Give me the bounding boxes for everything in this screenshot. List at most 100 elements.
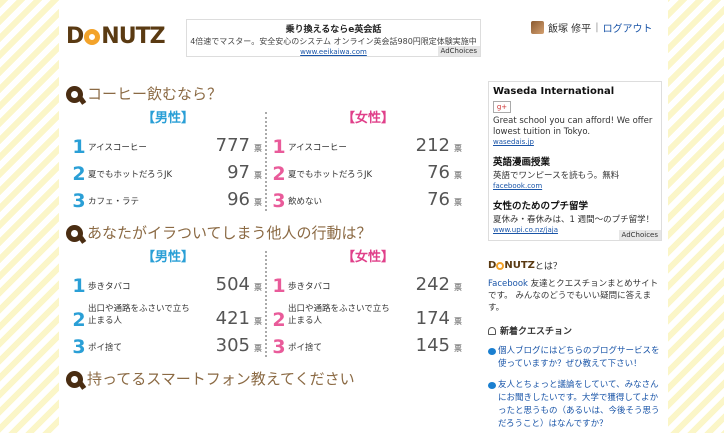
rank-number: 1 [272, 275, 286, 297]
logo-letter: T [520, 260, 528, 271]
ad-url[interactable]: www.eeikaiwa.com [187, 48, 480, 56]
user-name[interactable]: 飯塚 修平 [548, 20, 591, 35]
page: D N U T Z 乗り換えるならe英会話 4倍速でマスター。安全安心のシステム… [59, 0, 668, 433]
question-section: あなたがイラついてしまう他人の行動は？ 【男性】 1 歩きタバコ 504 票 2… [66, 223, 466, 357]
question-title[interactable]: あなたがイラついてしまう他人の行動は？ [66, 223, 466, 243]
rank-number: 3 [72, 190, 86, 212]
rank-number: 2 [272, 309, 286, 331]
rank-number: 2 [72, 309, 86, 331]
male-heading: 【男性】 [141, 250, 194, 265]
question-icon [66, 85, 83, 103]
result-row: 2 出口や通路をふさいで立ち止まる人 421 票 [70, 296, 266, 330]
rank-number: 2 [272, 163, 286, 185]
vote-count: 305 [215, 335, 250, 356]
ad-title[interactable]: 乗り換えるならe英会話 [187, 22, 480, 35]
ad-title[interactable]: Waseda International [493, 86, 657, 97]
female-results: 【女性】 1 歩きタバコ 242 票 2 出口や通路をふさいで立ち止まる人 17… [266, 249, 466, 357]
question-list: コーヒー飲むなら？ 【男性】 1 アイスコーヒー 777 票 2 夏でもホットだ… [66, 84, 466, 401]
rank-number: 2 [72, 163, 86, 185]
ad-url[interactable]: facebook.com [493, 182, 657, 190]
ad-description: 4倍速でマスター。安全安心のシステム オンライン英会話980円限定体験実施中 [190, 37, 477, 46]
logo-letter: N [101, 24, 119, 49]
list-item[interactable]: 友人とちょっと議論をしていて、みなさんにお聞きしたいです。大学で獲得してよかった… [488, 379, 662, 431]
user-menu: 飯塚 修平 | ログアウト [531, 20, 653, 35]
vote-count: 97 [227, 162, 250, 183]
vote-unit: 票 [454, 171, 462, 180]
site-logo[interactable]: D N U T Z [66, 24, 166, 49]
logo-letter: U [118, 24, 137, 49]
result-row: 3 ポイ捨て 145 票 [270, 330, 466, 357]
question-icon [66, 370, 83, 388]
ad-url[interactable]: wasedais.jp [493, 138, 657, 146]
answer-label: 歩きタバコ [88, 282, 131, 292]
vote-unit: 票 [454, 317, 462, 326]
google-plus-icon[interactable]: g+ [493, 101, 511, 113]
question-link[interactable]: 友人とちょっと議論をしていて、みなさんにお聞きしたいです。大学で獲得してよかった… [498, 379, 662, 431]
vote-unit: 票 [254, 198, 262, 207]
female-results: 【女性】 1 アイスコーヒー 212 票 2 夏でもホットだろうJK 76 票 [266, 110, 466, 211]
logout-link[interactable]: ログアウト [603, 20, 653, 35]
answer-label: 夏でもホットだろうJK [88, 170, 173, 180]
facebook-link[interactable]: Facebook [488, 279, 528, 289]
answer-label: 出口や通路をふさいで立ち止まる人 [88, 304, 190, 326]
logo-letter: N [504, 260, 513, 271]
vote-count: 96 [227, 189, 250, 210]
about-suffix: とは？ [534, 262, 562, 272]
ad-text: Great school you can afford! We offer lo… [493, 116, 653, 137]
ad-title[interactable]: 女性のためのプチ留学 [493, 198, 657, 212]
adchoices-button[interactable]: AdChoices [437, 46, 480, 56]
logo-letter: Z [149, 24, 166, 49]
female-heading: 【女性】 [341, 250, 394, 265]
new-questions-title: 新着クエスチョン [500, 327, 573, 337]
question-title-text[interactable]: 持ってるスマートフォン教えてください [87, 370, 355, 388]
logo-letter: Z [527, 260, 535, 271]
result-row: 3 ポイ捨て 305 票 [70, 330, 266, 357]
result-row: 1 アイスコーヒー 212 票 [270, 130, 466, 157]
result-row: 2 出口や通路をふさいで立ち止まる人 174 票 [270, 296, 466, 330]
list-item[interactable]: 個人ブログにはどちらのブログサービスを使っていますか？ぜひ教えて下さい！ [488, 345, 662, 371]
question-title[interactable]: コーヒー飲むなら？ [66, 84, 466, 104]
rank-number: 3 [72, 336, 86, 358]
vote-unit: 票 [454, 144, 462, 153]
logo-letter: D [66, 24, 84, 49]
answer-label: アイスコーヒー [288, 143, 347, 153]
vote-count: 212 [415, 135, 450, 156]
male-results: 【男性】 1 歩きタバコ 504 票 2 出口や通路をふさいで立ち止まる人 42… [66, 249, 266, 357]
question-link[interactable]: 個人ブログにはどちらのブログサービスを使っていますか？ぜひ教えて下さい！ [498, 345, 662, 371]
rank-number: 3 [272, 336, 286, 358]
result-row: 2 夏でもホットだろうJK 97 票 [70, 157, 266, 184]
vote-unit: 票 [254, 144, 262, 153]
about-heading: D N U T Z とは？ [488, 259, 662, 272]
question-icon [66, 224, 83, 242]
vote-count: 174 [415, 308, 450, 329]
rank-number: 1 [272, 136, 286, 158]
question-section: 持ってるスマートフォン教えてください [66, 369, 466, 389]
result-row: 1 歩きタバコ 504 票 [70, 269, 266, 296]
logo-letter: D [488, 260, 497, 271]
answer-label: 夏でもホットだろうJK [288, 170, 373, 180]
top-ad[interactable]: 乗り換えるならe英会話 4倍速でマスター。安全安心のシステム オンライン英会話9… [186, 19, 481, 57]
vote-count: 76 [427, 162, 450, 183]
sidebar: Waseda International g+ Great school you… [488, 81, 662, 431]
rank-number: 1 [72, 136, 86, 158]
speech-bubble-icon [488, 348, 496, 355]
about-section: D N U T Z とは？ Facebook 友達とクエスチョンまとめサイトです… [488, 259, 662, 314]
ad-title[interactable]: 英語漫画授業 [493, 154, 657, 168]
sidebar-ad[interactable]: Waseda International g+ Great school you… [488, 81, 662, 241]
logo-letter: T [135, 24, 151, 49]
answer-label: カフェ・ラテ [88, 197, 140, 207]
question-title-text[interactable]: コーヒー飲むなら？ [87, 85, 222, 103]
result-row: 2 夏でもホットだろうJK 76 票 [270, 157, 466, 184]
bell-icon [488, 326, 496, 335]
answer-label: ポイ捨て [88, 343, 123, 353]
question-title[interactable]: 持ってるスマートフォン教えてください [66, 369, 466, 389]
result-row: 1 アイスコーヒー 777 票 [70, 130, 266, 157]
vote-unit: 票 [254, 171, 262, 180]
adchoices-button[interactable]: AdChoices [618, 230, 661, 240]
donut-icon [84, 29, 101, 45]
vote-unit: 票 [454, 283, 462, 292]
question-title-text[interactable]: あなたがイラついてしまう他人の行動は？ [87, 224, 372, 242]
donut-icon [496, 261, 505, 270]
avatar[interactable] [531, 21, 544, 34]
male-heading: 【男性】 [141, 111, 194, 126]
